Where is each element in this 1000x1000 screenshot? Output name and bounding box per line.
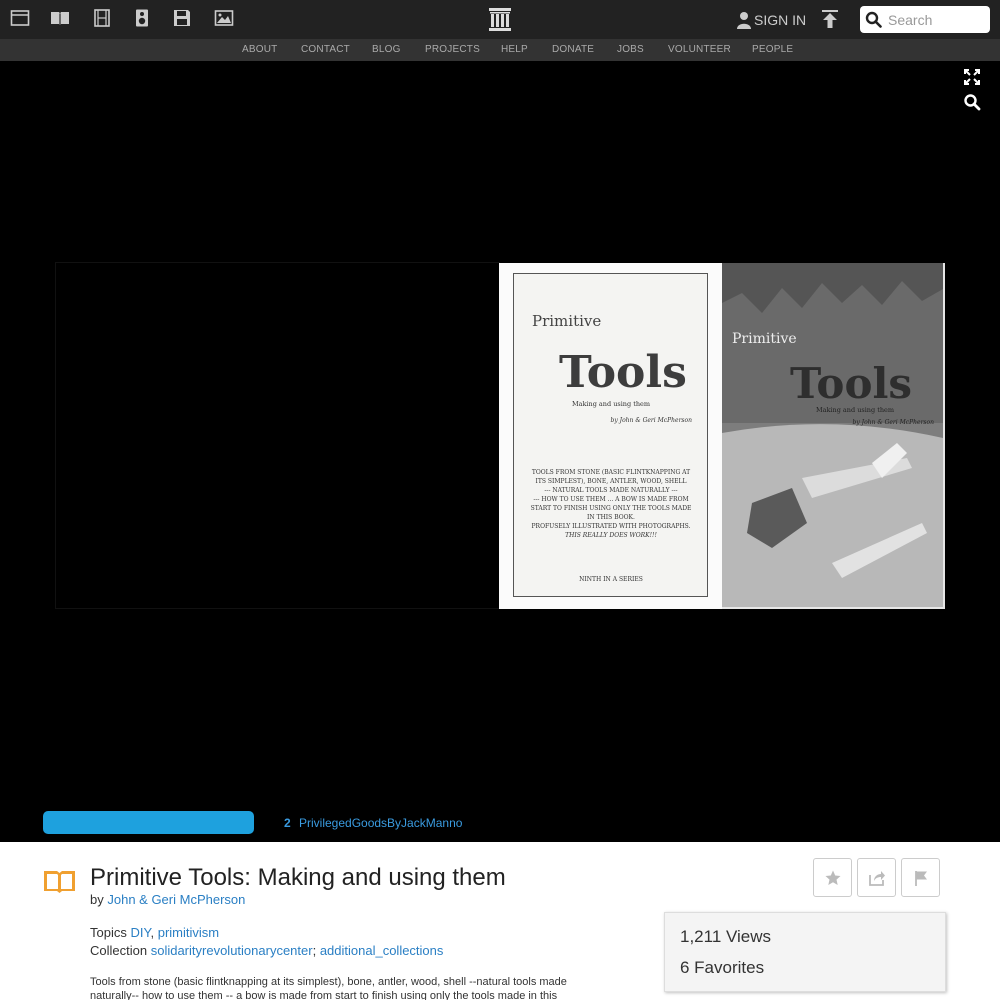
nav-contact[interactable]: CONTACT bbox=[301, 44, 350, 55]
collection-link[interactable]: solidarityrevolutionarycenter bbox=[151, 943, 313, 958]
page-scrubber[interactable] bbox=[43, 811, 254, 834]
nav-donate[interactable]: DONATE bbox=[552, 44, 594, 55]
blank-page-area bbox=[55, 262, 500, 609]
fullscreen-icon[interactable] bbox=[963, 68, 981, 86]
search-box bbox=[860, 6, 990, 33]
series-label: NINTH IN A SERIES bbox=[579, 576, 643, 583]
top-bar: SIGN IN bbox=[0, 0, 1000, 39]
archive-item-page: SIGN IN ABOUT CONTACT BLOG PROJECTS HELP… bbox=[0, 0, 1000, 1000]
share-button[interactable] bbox=[857, 858, 896, 897]
archive-logo-icon[interactable] bbox=[488, 7, 512, 32]
audio-icon[interactable] bbox=[132, 8, 152, 28]
sign-in-label: SIGN IN bbox=[754, 12, 807, 28]
cover-author: by John & Geri McPherson bbox=[853, 419, 935, 426]
nav-help[interactable]: HELP bbox=[501, 44, 528, 55]
flag-button[interactable] bbox=[901, 858, 940, 897]
cover-subtitle: Making and using them bbox=[816, 406, 894, 414]
topic-link[interactable]: DIY bbox=[130, 925, 150, 940]
nav-blog[interactable]: BLOG bbox=[372, 44, 401, 55]
item-stats: 1,211 Views 6 Favorites bbox=[664, 912, 946, 992]
images-icon[interactable] bbox=[214, 8, 234, 28]
collection-label: Collection bbox=[90, 943, 148, 958]
nav-people[interactable]: PEOPLE bbox=[752, 44, 793, 55]
blurb-line: IN THIS BOOK. bbox=[587, 514, 635, 521]
favorites-count: 6 Favorites bbox=[680, 958, 765, 977]
book-spread[interactable]: Primitive Tools Making and using them by… bbox=[499, 263, 945, 609]
cover-artwork: Primitive Tools Making and using them by… bbox=[722, 263, 943, 607]
topics-label: Topics bbox=[90, 925, 127, 940]
blurb-line: START TO FINISH USING ONLY THE TOOLS MAD… bbox=[531, 505, 692, 512]
byline: by John & Geri McPherson bbox=[90, 892, 245, 907]
blurb-line: --- HOW TO USE THEM ... A BOW IS MADE FR… bbox=[533, 496, 688, 503]
author-link[interactable]: John & Geri McPherson bbox=[107, 892, 245, 907]
web-icon[interactable] bbox=[10, 8, 30, 28]
star-icon bbox=[825, 870, 840, 885]
topics-row: Topics DIY, primitivism bbox=[90, 925, 220, 940]
views-count: 1,211 Views bbox=[680, 927, 772, 946]
collection-row: Collection solidarityrevolutionarycenter… bbox=[90, 943, 444, 958]
viewer-search-icon[interactable] bbox=[963, 93, 981, 111]
user-icon bbox=[737, 12, 751, 29]
nav-volunteer[interactable]: VOLUNTEER bbox=[668, 44, 731, 55]
secondary-nav: ABOUT CONTACT BLOG PROJECTS HELP DONATE … bbox=[0, 39, 1000, 61]
book-reader: Primitive Tools Making and using them by… bbox=[0, 61, 1000, 842]
blurb-line: THIS REALLY DOES WORK!!! bbox=[565, 532, 657, 539]
sign-in-link[interactable]: SIGN IN bbox=[736, 9, 806, 31]
texts-type-icon bbox=[44, 871, 75, 893]
upload-icon[interactable] bbox=[820, 9, 840, 29]
software-icon[interactable] bbox=[172, 8, 192, 28]
related-item-link[interactable]: PrivilegedGoodsByJackManno bbox=[299, 816, 462, 830]
cover-page[interactable]: Primitive Tools Making and using them by… bbox=[722, 263, 945, 609]
topic-link[interactable]: primitivism bbox=[158, 925, 219, 940]
title-page-text: Primitive Tools Making and using them by… bbox=[531, 312, 693, 583]
page-number: 2 bbox=[284, 816, 291, 830]
favorite-button[interactable] bbox=[813, 858, 852, 897]
search-input[interactable] bbox=[888, 9, 986, 30]
blurb-line: --- NATURAL TOOLS MADE NATURALLY --- bbox=[544, 487, 677, 494]
title-page-frame: Primitive Tools Making and using them by… bbox=[513, 273, 708, 597]
blurb-line: TOOLS FROM STONE (BASIC FLINTKNAPPING AT bbox=[532, 469, 690, 476]
title-page[interactable]: Primitive Tools Making and using them by… bbox=[499, 263, 722, 609]
texts-icon[interactable] bbox=[50, 8, 70, 28]
nav-projects[interactable]: PROJECTS bbox=[425, 44, 480, 55]
item-description: Tools from stone (basic flintknapping at… bbox=[90, 976, 567, 1000]
cover-title-main: Tools bbox=[790, 359, 912, 408]
search-icon[interactable] bbox=[865, 11, 882, 28]
nav-about[interactable]: ABOUT bbox=[242, 44, 277, 55]
share-icon bbox=[868, 870, 885, 886]
cover-title-top: Primitive bbox=[732, 331, 797, 347]
item-title: Primitive Tools: Making and using them bbox=[90, 864, 506, 891]
video-icon[interactable] bbox=[92, 8, 112, 28]
book-title-main: Tools bbox=[559, 347, 687, 398]
blurb-line: PROFUSELY ILLUSTRATED WITH PHOTOGRAPHS. bbox=[532, 523, 691, 530]
cover-photo: Primitive Tools Making and using them by… bbox=[722, 263, 943, 607]
book-subtitle: Making and using them bbox=[572, 400, 650, 408]
book-title-top: Primitive bbox=[532, 312, 601, 330]
book-author: by John & Geri McPherson bbox=[611, 417, 693, 424]
by-label: by bbox=[90, 892, 104, 907]
blurb-line: ITS SIMPLEST), BONE, ANTLER, WOOD, SHELL bbox=[536, 478, 687, 485]
nav-jobs[interactable]: JOBS bbox=[617, 44, 644, 55]
item-details: Primitive Tools: Making and using them b… bbox=[0, 842, 1000, 1000]
collection-link[interactable]: additional_collections bbox=[320, 943, 444, 958]
flag-icon bbox=[914, 870, 927, 886]
